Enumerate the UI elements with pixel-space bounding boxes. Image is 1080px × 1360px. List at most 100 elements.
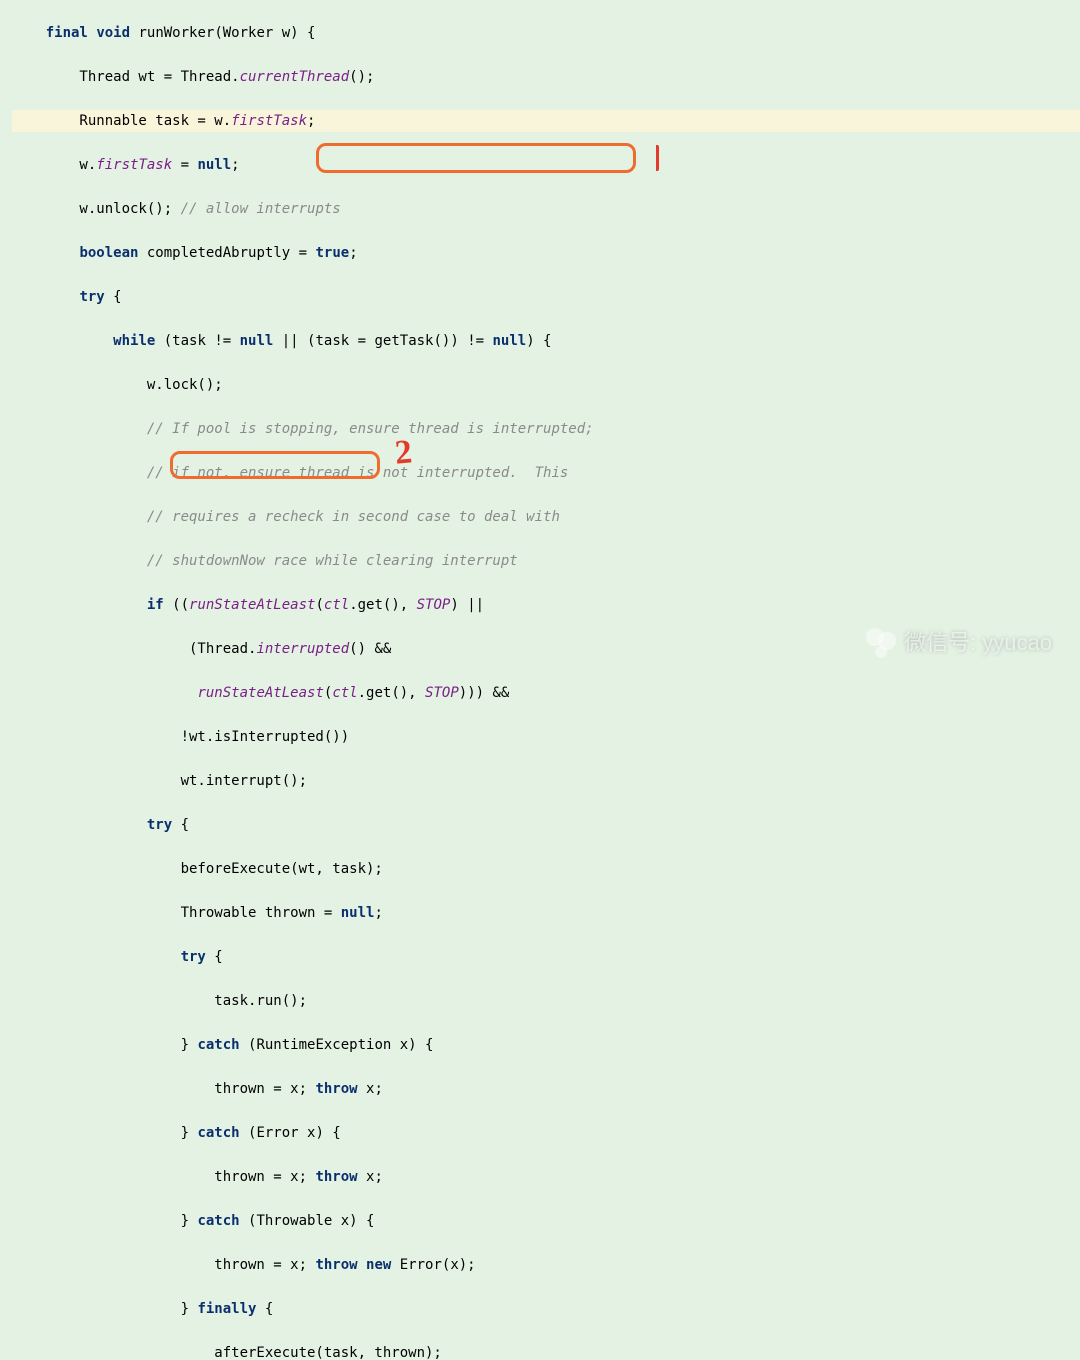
code-text: }: [12, 1213, 197, 1229]
code-text: (: [315, 597, 323, 613]
code-text: [12, 949, 181, 965]
code-text: [358, 1257, 366, 1273]
comment: // if not, ensure thread is not interrup…: [12, 465, 568, 481]
field-ctl: ctl: [324, 597, 349, 613]
keyword-throw: throw: [315, 1169, 357, 1185]
code-line: try {: [12, 286, 1080, 308]
code-text: (Error x) {: [240, 1125, 341, 1141]
code-line: boolean completedAbruptly = true;: [12, 242, 1080, 264]
code-line: task.run();: [12, 990, 1080, 1012]
code-line: Throwable thrown = null;: [12, 902, 1080, 924]
code-line: thrown = x; throw x;: [12, 1078, 1080, 1100]
code-text: beforeExecute(wt, task);: [12, 861, 383, 877]
code-text: }: [12, 1301, 197, 1317]
code-text: !wt.isInterrupted()): [12, 729, 349, 745]
code-line: while (task != null || (task = getTask()…: [12, 330, 1080, 352]
code-text: .get(),: [358, 685, 425, 701]
code-line-highlighted: Runnable task = w.firstTask;: [12, 110, 1080, 132]
keyword-catch: catch: [197, 1037, 239, 1053]
keyword-throw: throw: [315, 1081, 357, 1097]
code-text: afterExecute(task, thrown);: [12, 1345, 442, 1360]
code-line: if ((runStateAtLeast(ctl.get(), STOP) ||: [12, 594, 1080, 616]
comment: // If pool is stopping, ensure thread is…: [12, 421, 594, 437]
code-line: } catch (RuntimeException x) {: [12, 1034, 1080, 1056]
code-text: Throwable thrown =: [12, 905, 341, 921]
code-line: final void runWorker(Worker w) {: [12, 22, 1080, 44]
code-text: ((: [164, 597, 189, 613]
code-text: ))) &&: [459, 685, 510, 701]
const-STOP: STOP: [417, 597, 451, 613]
code-text: () &&: [349, 641, 391, 657]
code-text: ;: [307, 113, 315, 129]
code-line: // shutdownNow race while clearing inter…: [12, 550, 1080, 572]
keyword-new: new: [366, 1257, 391, 1273]
code-text: ;: [374, 905, 382, 921]
field-firstTask: firstTask: [231, 113, 307, 129]
code-text: task.run();: [12, 993, 307, 1009]
code-line: w.firstTask = null;: [12, 154, 1080, 176]
code-text: ;: [231, 157, 239, 173]
code-text: thrown = x;: [12, 1169, 315, 1185]
field-firstTask: firstTask: [96, 157, 172, 173]
code-text: .get(),: [349, 597, 416, 613]
keyword-if: if: [147, 597, 164, 613]
keyword-null: null: [197, 157, 231, 173]
code-text: x;: [358, 1169, 383, 1185]
code-text: Error(x);: [391, 1257, 475, 1273]
code-line: } catch (Error x) {: [12, 1122, 1080, 1144]
code-line: w.unlock(); // allow interrupts: [12, 198, 1080, 220]
code-text: {: [105, 289, 122, 305]
code-line: // if not, ensure thread is not interrup…: [12, 462, 1080, 484]
code-text: x;: [358, 1081, 383, 1097]
watermark-text: 微信号: yyucao: [904, 632, 1052, 654]
code-text: Runnable task = w.: [12, 113, 231, 129]
code-text: [12, 817, 147, 833]
code-text: {: [172, 817, 189, 833]
code-text: wt.interrupt();: [12, 773, 307, 789]
code-text: {: [206, 949, 223, 965]
code-text: ;: [349, 245, 357, 261]
keyword-throw: throw: [315, 1257, 357, 1273]
keyword-null: null: [341, 905, 375, 921]
field-currentThread: currentThread: [240, 69, 350, 85]
keyword-null: null: [492, 333, 526, 349]
comment: // allow interrupts: [181, 201, 341, 217]
code-line: !wt.isInterrupted()): [12, 726, 1080, 748]
code-line: // If pool is stopping, ensure thread is…: [12, 418, 1080, 440]
code-line: afterExecute(task, thrown);: [12, 1342, 1080, 1360]
fn-runStateAtLeast: runStateAtLeast: [197, 685, 323, 701]
code-text: (RuntimeException x) {: [240, 1037, 434, 1053]
keyword-final: final: [46, 25, 88, 41]
keyword-try: try: [147, 817, 172, 833]
code-text: }: [12, 1125, 197, 1141]
code-text: [12, 597, 147, 613]
comment: // requires a recheck in second case to …: [12, 509, 560, 525]
code-text: ) {: [526, 333, 551, 349]
code-text: {: [256, 1301, 273, 1317]
code-text: [12, 685, 197, 701]
code-line: beforeExecute(wt, task);: [12, 858, 1080, 880]
code-text: w.: [12, 157, 96, 173]
code-line: w.lock();: [12, 374, 1080, 396]
code-text: ) ||: [450, 597, 484, 613]
code-line: thrown = x; throw new Error(x);: [12, 1254, 1080, 1276]
method-name: runWorker: [138, 25, 214, 41]
watermark: 微信号: yyucao: [866, 628, 1052, 658]
code-text: w.lock();: [12, 377, 223, 393]
keyword-catch: catch: [197, 1213, 239, 1229]
code-line: try {: [12, 814, 1080, 836]
code-line: try {: [12, 946, 1080, 968]
fn-interrupted: interrupted: [256, 641, 349, 657]
code-text: [12, 289, 79, 305]
fn-runStateAtLeast: runStateAtLeast: [189, 597, 315, 613]
keyword-void: void: [96, 25, 130, 41]
code-text: (: [324, 685, 332, 701]
code-line: } finally {: [12, 1298, 1080, 1320]
code-line: } catch (Throwable x) {: [12, 1210, 1080, 1232]
code-line: runStateAtLeast(ctl.get(), STOP))) &&: [12, 682, 1080, 704]
keyword-while: while: [113, 333, 155, 349]
code-text: }: [12, 1037, 197, 1053]
code-text: =: [172, 157, 197, 173]
code-block: final void runWorker(Worker w) { Thread …: [0, 0, 1080, 1360]
code-text: (Worker w) {: [214, 25, 315, 41]
